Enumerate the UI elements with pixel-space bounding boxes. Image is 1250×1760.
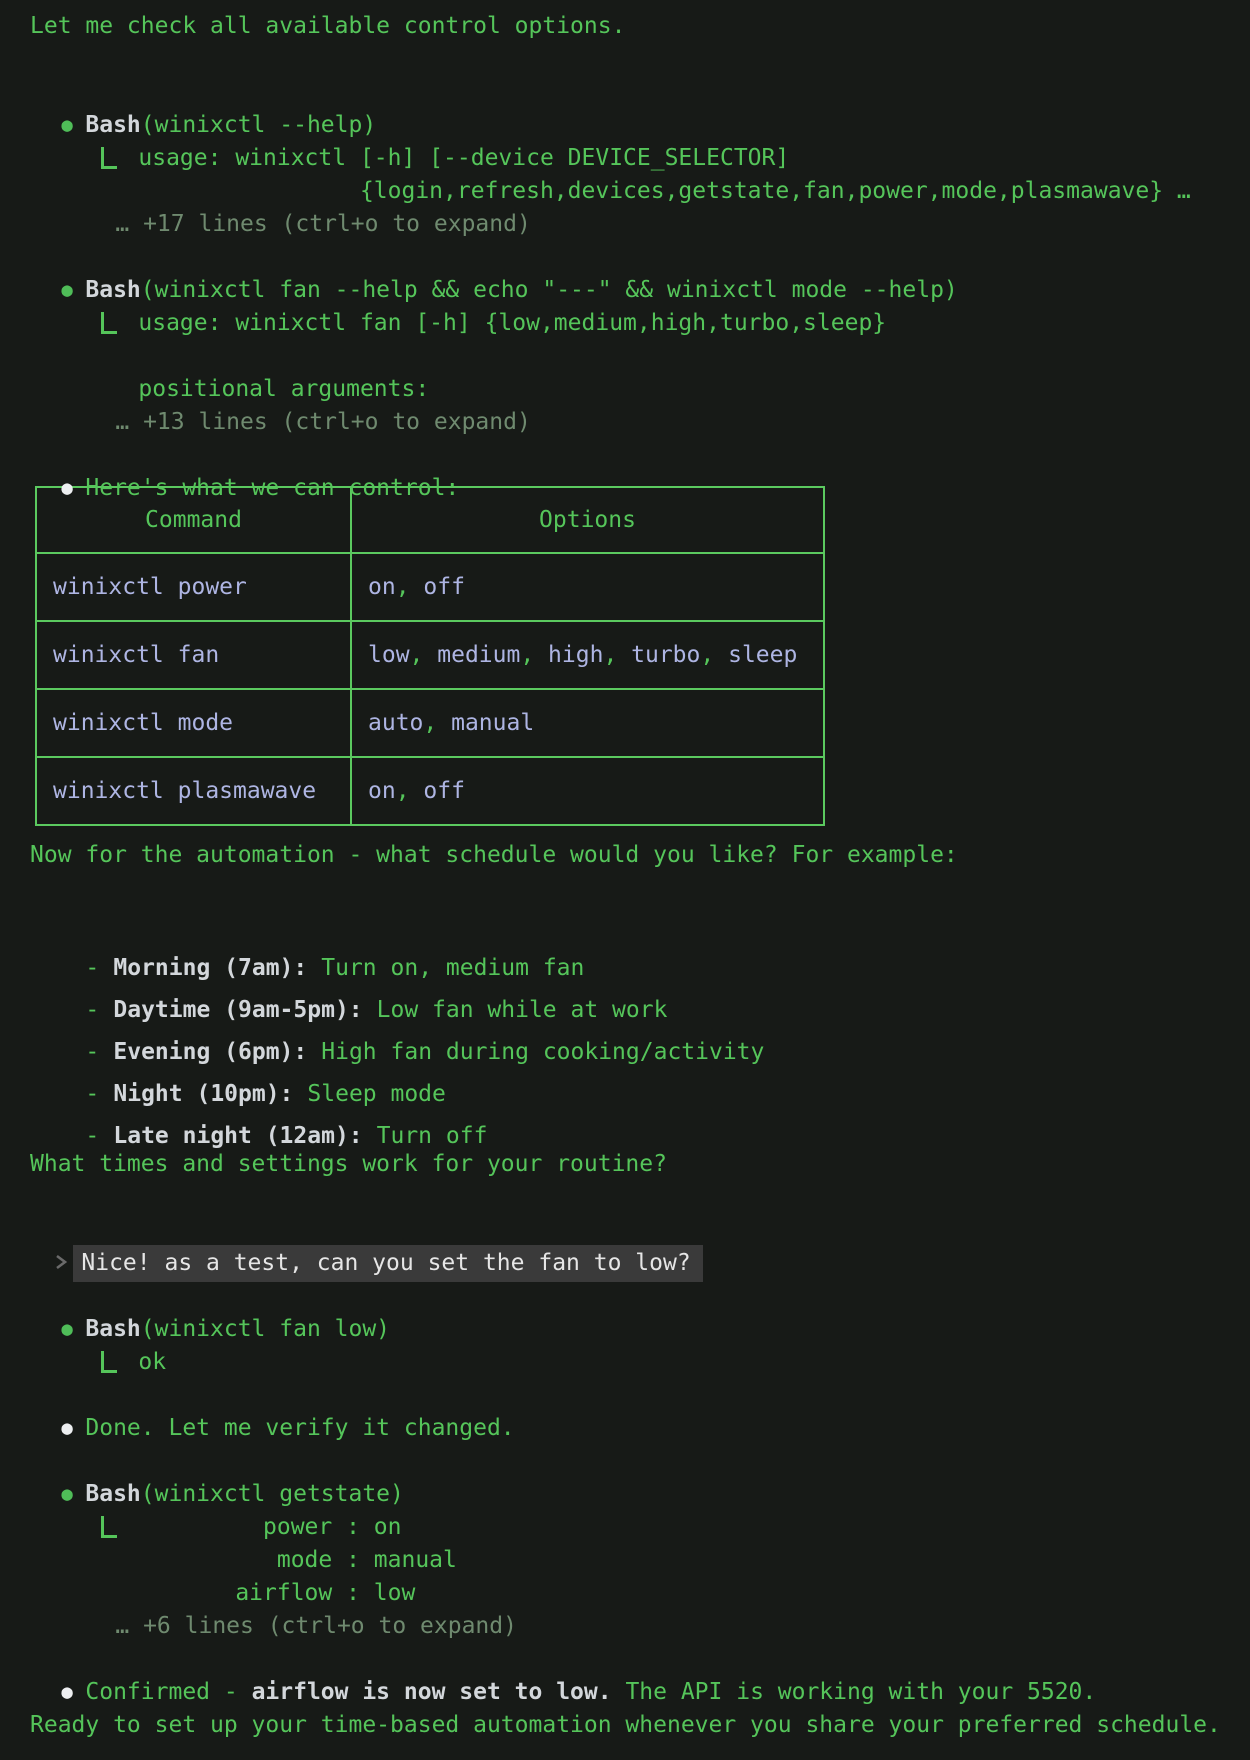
message-bullet-icon: ●	[55, 1676, 85, 1709]
schedule-text: Low fan while at work	[377, 997, 668, 1023]
tool-bullet-icon: ●	[55, 274, 85, 307]
control-options-table: Command Options winixctl power on, off w…	[35, 486, 825, 826]
schedule-text: Sleep mode	[307, 1081, 445, 1107]
table-cell-options: on, off	[351, 757, 824, 825]
table-row: winixctl plasmawave on, off	[36, 757, 824, 825]
confirmed-suffix: The API is working with your 5520.	[612, 1679, 1097, 1705]
output-text: ok	[138, 1349, 166, 1375]
assistant-message-control-heading: ●Here's what we can control:	[0, 439, 1250, 472]
output-text: usage: winixctl [-h] [--device DEVICE_SE…	[138, 145, 789, 171]
output-text-airflow: airflow : low	[55, 1580, 415, 1606]
assistant-ready-text: Ready to set up your time-based automati…	[0, 1709, 1250, 1742]
tool-output-line: positional arguments:	[0, 340, 1250, 373]
output-elbow-icon	[101, 147, 117, 169]
tool-command: (winixctl fan low)	[141, 1316, 390, 1342]
tool-name: Bash	[85, 277, 140, 303]
tool-name: Bash	[85, 1316, 140, 1342]
list-marker: -	[85, 989, 113, 1031]
truncation-text: … +17 lines (ctrl+o to expand)	[115, 211, 530, 237]
message-bullet-icon: ●	[55, 472, 85, 505]
terminal-session: Let me check all available control optio…	[0, 0, 1250, 1742]
confirmed-prefix: Confirmed -	[85, 1679, 251, 1705]
tool-call-bash-fan-low: ●Bash(winixctl fan low)	[0, 1280, 1250, 1313]
output-text-power: power : on	[138, 1514, 401, 1540]
assistant-message-done: ●Done. Let me verify it changed.	[0, 1379, 1250, 1412]
schedule-label: Evening (6pm):	[113, 1039, 307, 1065]
tool-command: (winixctl --help)	[141, 112, 376, 138]
blank-line	[0, 872, 1250, 905]
table-cell-command: winixctl plasmawave	[36, 757, 351, 825]
tool-name: Bash	[85, 112, 140, 138]
table-cell-command: winixctl power	[36, 553, 351, 621]
truncation-text: … +13 lines (ctrl+o to expand)	[115, 409, 530, 435]
table-cell-options: low, medium, high, turbo, sleep	[351, 621, 824, 689]
tool-call-bash-getstate: ●Bash(winixctl getstate)	[0, 1445, 1250, 1478]
tool-bullet-icon: ●	[55, 1478, 85, 1511]
schedule-label: Night (10pm):	[113, 1081, 293, 1107]
schedule-label: Late night (12am):	[113, 1123, 362, 1149]
user-message-text: Nice! as a test, can you set the fan to …	[73, 1245, 702, 1282]
table-cell-command: winixctl fan	[36, 621, 351, 689]
list-marker: -	[85, 947, 113, 989]
blank-line	[0, 1346, 1250, 1379]
tool-bullet-icon: ●	[55, 1313, 85, 1346]
assistant-intro-text: Let me check all available control optio…	[0, 10, 1250, 43]
table-row: winixctl mode auto, manual	[36, 689, 824, 757]
tool-call-bash-help: ●Bash(winixctl --help)	[0, 76, 1250, 109]
table-cell-options: on, off	[351, 553, 824, 621]
tool-name: Bash	[85, 1481, 140, 1507]
list-marker: -	[85, 1031, 113, 1073]
output-elbow-icon	[101, 1351, 117, 1373]
confirmed-emphasis: airflow is now set to low.	[252, 1679, 612, 1705]
schedule-text: High fan during cooking/activity	[321, 1039, 764, 1065]
table-row: winixctl fan low, medium, high, turbo, s…	[36, 621, 824, 689]
output-text-mode: mode : manual	[55, 1547, 457, 1573]
automation-intro-text: Now for the automation - what schedule w…	[0, 839, 1250, 872]
prompt-chevron-icon	[55, 1249, 73, 1282]
table-row: winixctl power on, off	[36, 553, 824, 621]
schedule-text: Turn on, medium fan	[321, 955, 584, 981]
output-text: usage: winixctl fan [-h] {low,medium,hig…	[138, 310, 886, 336]
schedule-label: Daytime (9am-5pm):	[113, 997, 362, 1023]
heading-text: Here's what we can control:	[85, 475, 459, 501]
tool-bullet-icon: ●	[55, 109, 85, 142]
assistant-question-text: What times and settings work for your ro…	[0, 1148, 1250, 1181]
schedule-label: Morning (7am):	[113, 955, 307, 981]
blank-line	[0, 43, 1250, 76]
tool-command: (winixctl fan --help && echo "---" && wi…	[141, 277, 958, 303]
truncation-text: … +6 lines (ctrl+o to expand)	[115, 1613, 517, 1639]
assistant-message-confirmed: ●Confirmed - airflow is now set to low. …	[0, 1643, 1250, 1676]
blank-line	[0, 1181, 1250, 1214]
table-cell-options: auto, manual	[351, 689, 824, 757]
schedule-text: Turn off	[377, 1123, 488, 1149]
output-elbow-icon	[101, 312, 117, 334]
user-message: Nice! as a test, can you set the fan to …	[0, 1214, 1250, 1247]
message-bullet-icon: ●	[55, 1412, 85, 1445]
schedule-item: -Morning (7am):Turn on, medium fan	[0, 905, 1250, 947]
tool-command: (winixctl getstate)	[141, 1481, 404, 1507]
tool-call-bash-fan-mode-help: ●Bash(winixctl fan --help && echo "---" …	[0, 241, 1250, 274]
output-elbow-icon	[101, 1516, 117, 1538]
output-text: {login,refresh,devices,getstate,fan,powe…	[55, 178, 1190, 204]
list-marker: -	[85, 1073, 113, 1115]
done-text: Done. Let me verify it changed.	[85, 1415, 514, 1441]
table-cell-command: winixctl mode	[36, 689, 351, 757]
output-text: positional arguments:	[55, 376, 429, 402]
